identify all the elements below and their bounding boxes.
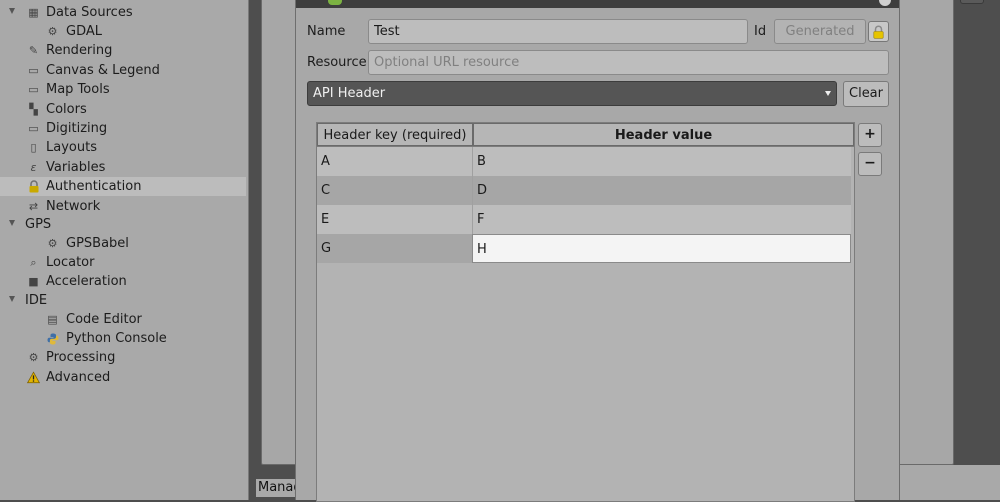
map-tools-icon: ▭ — [28, 83, 39, 96]
sidebar-group-label: GPS — [25, 217, 52, 232]
headers-table: Header key (required) Header value A B C… — [316, 122, 855, 502]
sidebar-item-label: Map Tools — [46, 82, 110, 97]
sidebar-item-label: Code Editor — [66, 312, 142, 327]
variables-icon: ε — [30, 161, 37, 174]
warning-icon — [27, 371, 40, 384]
sidebar-item-label: Locator — [46, 255, 95, 270]
network-icon: ⇄ — [28, 200, 39, 213]
header-value-cell[interactable]: D — [472, 176, 851, 205]
sidebar-item-label: Network — [46, 199, 101, 214]
options-panel-footer — [900, 465, 1000, 500]
header-key-cell[interactable]: G — [317, 234, 472, 263]
table-row[interactable]: G H — [317, 234, 854, 263]
sidebar-item-colors[interactable]: ▚ Colors — [0, 100, 246, 119]
sidebar-item-label: Processing — [46, 350, 116, 365]
column-header-key[interactable]: Header key (required) — [317, 123, 473, 146]
header-key-cell[interactable]: A — [317, 147, 472, 176]
colors-icon: ▚ — [29, 103, 38, 116]
sidebar-item-data-sources[interactable]: ▦ Data Sources — [0, 3, 246, 22]
sidebar-item-label: Advanced — [46, 370, 111, 385]
expand-arrow-icon[interactable] — [9, 220, 15, 226]
sidebar-item-label: Python Console — [66, 331, 167, 346]
sidebar-item-locator[interactable]: ⌕ Locator — [0, 253, 246, 272]
sidebar-item-label: Canvas & Legend — [46, 63, 160, 78]
auth-method-select[interactable]: API Header — [307, 81, 837, 106]
resource-input[interactable] — [368, 50, 889, 75]
sidebar-item-rendering[interactable]: ✎ Rendering — [0, 41, 246, 60]
chevron-down-icon — [825, 91, 831, 96]
sidebar-group-label: IDE — [25, 293, 48, 308]
sidebar-item-python-console[interactable]: Python Console — [0, 329, 246, 348]
sidebar-item-label: Colors — [46, 102, 87, 117]
lock-icon — [872, 25, 885, 39]
header-key-cell[interactable]: C — [317, 176, 472, 205]
settings-sidebar: ▦ Data Sources ⚙ GDAL ✎ Rendering ▭ Canv… — [0, 0, 249, 500]
sidebar-item-processing[interactable]: ⚙ Processing — [0, 348, 246, 367]
sidebar-item-network[interactable]: ⇄ Network — [0, 197, 246, 216]
header-value-cell[interactable]: F — [472, 205, 851, 234]
sidebar-item-layouts[interactable]: ▯ Layouts — [0, 138, 246, 157]
sidebar-item-label: Digitizing — [46, 121, 108, 136]
code-editor-icon: ▤ — [47, 313, 58, 326]
close-icon[interactable] — [879, 0, 891, 6]
sidebar-item-label: Authentication — [46, 179, 142, 194]
sidebar-item-label: Rendering — [46, 43, 113, 58]
sidebar-item-acceleration[interactable]: ■ Acceleration — [0, 272, 246, 291]
rendering-icon: ✎ — [28, 44, 39, 57]
resource-label: Resource — [307, 55, 367, 70]
table-header-row: Header key (required) Header value — [317, 123, 854, 147]
table-row[interactable]: C D — [317, 176, 854, 205]
lock-icon — [27, 180, 40, 193]
gpsbabel-icon: ⚙ — [47, 237, 58, 250]
sidebar-item-authentication[interactable]: Authentication — [0, 177, 246, 196]
header-value-cell-editing[interactable]: H — [472, 234, 851, 263]
sidebar-item-gpsbabel[interactable]: ⚙ GPSBabel — [0, 234, 246, 253]
digitizing-icon: ▭ — [28, 122, 39, 135]
auth-method-value: API Header — [313, 86, 386, 101]
canvas-legend-icon: ▭ — [28, 64, 39, 77]
sidebar-item-digitizing[interactable]: ▭ Digitizing — [0, 119, 246, 138]
sidebar-item-variables[interactable]: ε Variables — [0, 158, 246, 177]
sidebar-item-label: Acceleration — [46, 274, 127, 289]
sidebar-item-advanced[interactable]: Advanced — [0, 368, 246, 387]
sidebar-group-gps[interactable]: GPS — [0, 215, 246, 234]
processing-icon: ⚙ — [28, 351, 39, 364]
name-label: Name — [307, 24, 346, 39]
name-input[interactable] — [368, 19, 748, 44]
table-row[interactable]: A B — [317, 147, 854, 176]
qgis-logo-icon — [328, 0, 342, 5]
acceleration-icon: ■ — [28, 275, 39, 288]
column-header-value[interactable]: Header value — [473, 123, 854, 146]
add-row-button[interactable]: + — [858, 123, 882, 147]
python-icon — [46, 332, 59, 345]
authentication-dialog: Name Id Resource API Header Clear Header… — [295, 0, 900, 502]
id-input[interactable] — [774, 19, 866, 44]
gdal-icon: ⚙ — [47, 25, 58, 38]
sidebar-item-canvas-legend[interactable]: ▭ Canvas & Legend — [0, 61, 246, 80]
sidebar-item-label: Variables — [46, 160, 106, 175]
id-label: Id — [754, 24, 767, 39]
clear-button[interactable]: Clear — [843, 81, 889, 107]
unlock-id-button[interactable] — [868, 21, 889, 42]
sidebar-item-label: GPSBabel — [66, 236, 129, 251]
sidebar-item-map-tools[interactable]: ▭ Map Tools — [0, 80, 246, 99]
sidebar-item-code-editor[interactable]: ▤ Code Editor — [0, 310, 246, 329]
locator-icon: ⌕ — [30, 256, 37, 269]
dialog-titlebar — [296, 0, 899, 8]
expand-arrow-icon[interactable] — [9, 296, 15, 302]
sidebar-item-gdal[interactable]: ⚙ GDAL — [0, 22, 246, 41]
sidebar-item-label: Data Sources — [46, 5, 133, 20]
layouts-icon: ▯ — [30, 141, 37, 154]
sidebar-item-label: Layouts — [46, 140, 97, 155]
sidebar-group-ide[interactable]: IDE — [0, 291, 246, 310]
corner-button[interactable] — [960, 0, 984, 4]
data-sources-icon: ▦ — [28, 6, 39, 19]
header-key-cell[interactable]: E — [317, 205, 472, 234]
expand-arrow-icon[interactable] — [9, 8, 15, 14]
table-row[interactable]: E F — [317, 205, 854, 234]
sidebar-item-label: GDAL — [66, 24, 102, 39]
header-value-cell[interactable]: B — [472, 147, 851, 176]
remove-row-button[interactable]: − — [858, 152, 882, 176]
